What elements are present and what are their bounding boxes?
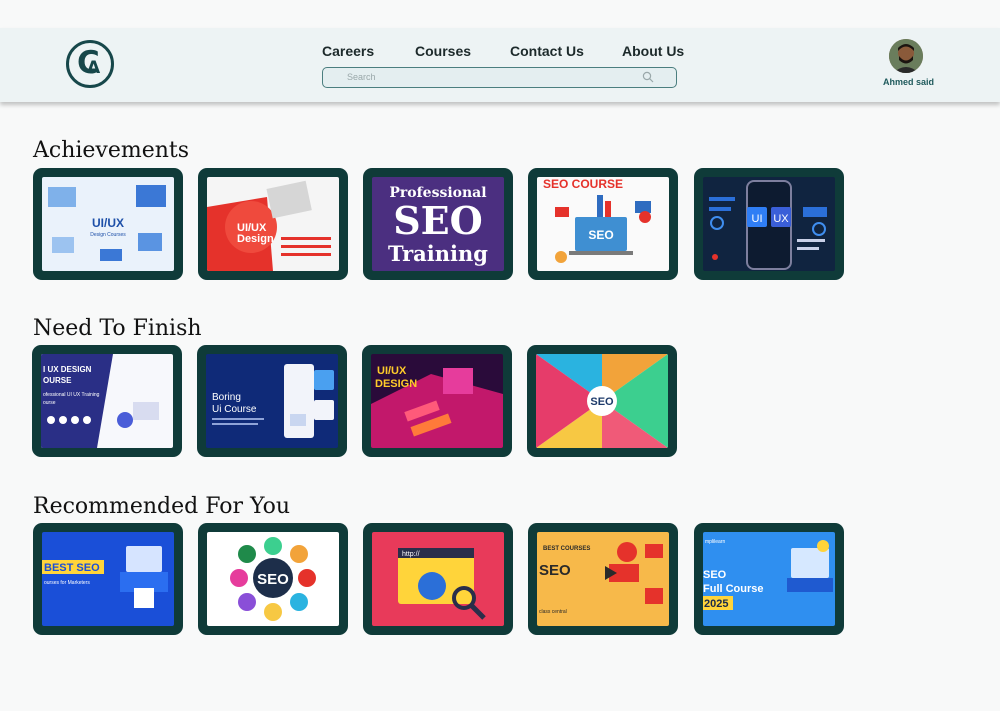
card-title: UI/UX	[377, 365, 407, 377]
nav-careers[interactable]: Careers	[322, 43, 374, 59]
course-card-seo-full-course-2025[interactable]: mplilearn SEO Full Course 2025	[694, 523, 844, 635]
card-caption-2: ourse	[43, 400, 56, 406]
course-card-ui-ux-phone[interactable]: UI UX	[694, 168, 844, 280]
card-subtitle: SEO	[393, 198, 483, 243]
course-card-ui-ux-design-journey[interactable]: UI/UX Design	[198, 168, 348, 280]
avatar[interactable]	[889, 39, 923, 73]
course-thumbnail: BEST SEO ourses for Marketers	[42, 532, 174, 626]
card-year: 2025	[704, 598, 728, 610]
card-title: BEST SEO	[44, 562, 100, 574]
course-thumbnail: UI UX	[703, 177, 835, 271]
card-subtitle: Ui Course	[212, 404, 257, 415]
course-thumbnail: SEO	[536, 354, 668, 448]
course-card-ui-ux-design-3d[interactable]: UI/UX DESIGN	[362, 345, 512, 457]
course-card-seo-circle[interactable]: SEO	[198, 523, 348, 635]
card-subtitle: class central	[539, 609, 567, 615]
course-thumbnail: SEO COURSE SEO	[537, 177, 669, 271]
card-subtitle: DESIGN	[375, 378, 417, 390]
card-title: SEO	[590, 396, 614, 408]
card-title: SEO COURSE	[543, 177, 623, 191]
search-placeholder: Search	[347, 72, 376, 82]
course-thumbnail: UI/UX Design	[207, 177, 339, 271]
card-subtitle: ourses for Marketers	[44, 580, 90, 586]
search-input[interactable]: Search	[322, 67, 677, 88]
course-thumbnail: BEST COURSES SEO class central	[537, 532, 669, 626]
card-title: SEO	[257, 571, 289, 588]
card-title: I UX DESIGN	[43, 365, 92, 374]
card-title: UI	[752, 213, 763, 225]
course-card-ui-ux-design-courses[interactable]: UI/UX Design Courses	[33, 168, 183, 280]
nav-about-us[interactable]: About Us	[622, 43, 684, 59]
card-subtitle: Design Courses	[90, 232, 126, 238]
card-title: UI/UX	[92, 216, 124, 230]
card-subtitle: Full Course	[703, 583, 764, 595]
course-card-best-courses-seo[interactable]: BEST COURSES SEO class central	[528, 523, 678, 635]
nav-contact-us[interactable]: Contact Us	[510, 43, 584, 59]
course-card-seo-course[interactable]: SEO COURSE SEO	[528, 168, 678, 280]
card-subtitle: OURSE	[43, 376, 72, 385]
course-thumbnail: mplilearn SEO Full Course 2025	[703, 532, 835, 626]
user-name: Ahmed said	[883, 77, 935, 87]
section-title-achievements: Achievements	[33, 138, 190, 163]
course-thumbnail: Boring Ui Course	[206, 354, 338, 448]
card-subtitle: Design	[237, 233, 274, 245]
logo[interactable]: CA	[66, 40, 114, 88]
course-card-seo-browser[interactable]: http://	[363, 523, 513, 635]
course-thumbnail: UI/UX Design Courses	[42, 177, 174, 271]
course-card-professional-seo-training[interactable]: Professional SEO Training	[363, 168, 513, 280]
nav-courses[interactable]: Courses	[415, 43, 471, 59]
course-card-ui-ux-design-course[interactable]: I UX DESIGN OURSE ofessional UI UX Train…	[32, 345, 182, 457]
course-card-seo-infographic[interactable]: SEO	[527, 345, 677, 457]
course-thumbnail: Professional SEO Training	[372, 177, 504, 271]
card-title: SEO	[703, 569, 727, 581]
course-card-best-seo-courses[interactable]: BEST SEO ourses for Marketers	[33, 523, 183, 635]
card-caption: Training	[388, 241, 488, 266]
card-subtitle: UX	[773, 213, 789, 225]
course-thumbnail: SEO	[207, 532, 339, 626]
card-subtitle: SEO	[588, 228, 613, 242]
course-card-boring-ui-course[interactable]: Boring Ui Course	[197, 345, 347, 457]
course-thumbnail: http://	[372, 532, 504, 626]
course-thumbnail: UI/UX DESIGN	[371, 354, 503, 448]
card-title: http://	[402, 551, 420, 558]
section-title-recommended: Recommended For You	[33, 494, 291, 519]
card-caption: mplilearn	[705, 539, 726, 545]
card-caption: BEST COURSES	[543, 546, 590, 552]
section-title-need-to-finish: Need To Finish	[33, 316, 202, 341]
card-title: SEO	[539, 562, 571, 579]
card-caption: ofessional UI UX Training	[43, 392, 100, 398]
top-header: CA Careers Courses Contact Us About Us S…	[0, 28, 1000, 102]
search-icon[interactable]	[642, 71, 654, 83]
card-title: Boring	[212, 392, 241, 403]
course-thumbnail: I UX DESIGN OURSE ofessional UI UX Train…	[41, 354, 173, 448]
